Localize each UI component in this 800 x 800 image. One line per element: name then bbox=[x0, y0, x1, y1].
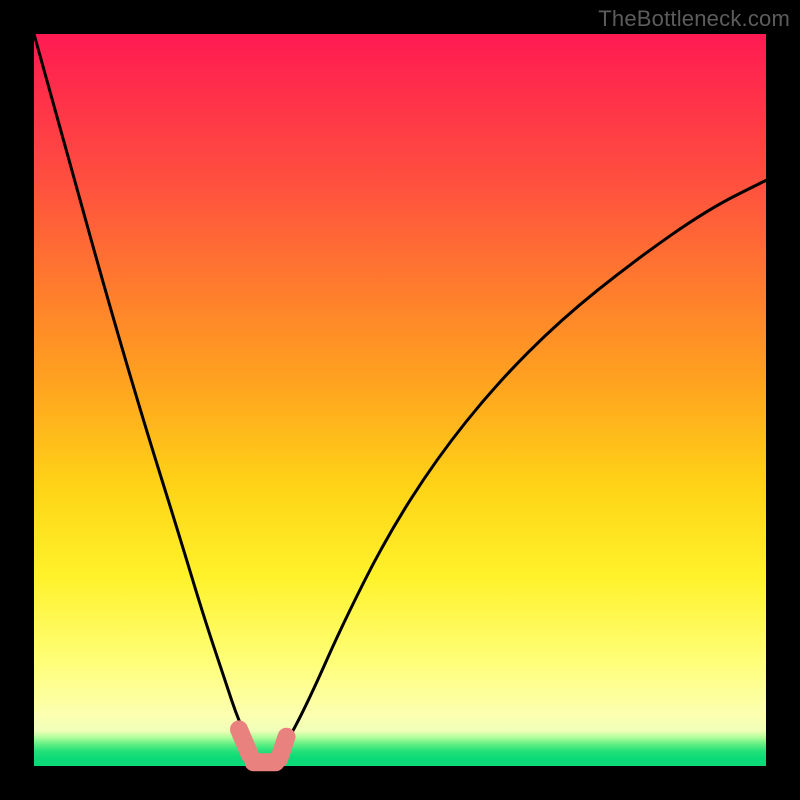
curve-svg bbox=[34, 34, 766, 766]
left-pink-capsule bbox=[239, 729, 250, 755]
bottleneck-curve-path bbox=[34, 34, 766, 766]
outer-frame: TheBottleneck.com bbox=[0, 0, 800, 800]
pink-markers-group bbox=[239, 729, 287, 762]
watermark-text: TheBottleneck.com bbox=[598, 6, 790, 32]
chart-area bbox=[34, 34, 766, 766]
